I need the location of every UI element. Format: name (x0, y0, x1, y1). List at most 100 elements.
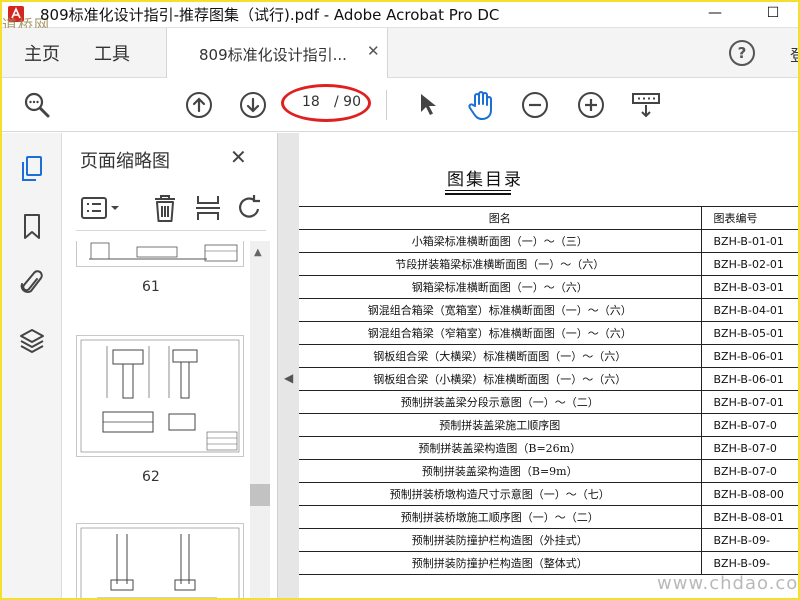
zoom-in-icon[interactable] (576, 90, 606, 120)
table-row: 预制拼装桥墩施工顺序图（一）～（二） BZH-B-08-01 (299, 505, 800, 529)
drawing-name-cell: 预制拼装桥墩构造尺寸示意图（一）～（七） (299, 482, 702, 506)
heading-underline (445, 190, 511, 191)
drawing-name-cell: 小箱梁标准横断面图（一）～（三） (299, 229, 702, 253)
table-row: 钢箱梁标准横断面图（一）～（六） BZH-B-03-01 (299, 275, 800, 299)
rotate-page-icon[interactable] (234, 193, 264, 223)
drawing-code-cell: BZH-B-05-01 (701, 321, 800, 345)
zoom-out-icon[interactable] (520, 90, 550, 120)
drawing-name-cell: 预制拼装盖梁构造图（B=9m） (299, 459, 702, 483)
extract-page-icon[interactable] (194, 193, 222, 223)
panel-splitter[interactable]: ◀ (277, 133, 299, 600)
drawing-name-cell: 钢混组合箱梁（宽箱室）标准横断面图（一）～（六） (299, 298, 702, 322)
options-menu-icon[interactable] (80, 195, 124, 221)
drawing-code-cell: BZH-B-07-0 (701, 413, 800, 437)
table-row: 小箱梁标准横断面图（一）～（三） BZH-B-01-01 (299, 229, 800, 253)
delete-page-icon[interactable] (152, 193, 178, 223)
drawing-name-cell: 节段拼装箱梁标准横断面图（一）～（六） (299, 252, 702, 276)
drawing-code-cell: BZH-B-08-01 (701, 505, 800, 529)
previous-page-icon[interactable] (184, 90, 214, 120)
next-page-icon[interactable] (238, 90, 268, 120)
tab-close-icon[interactable]: ✕ (367, 42, 380, 60)
panel-title: 页面缩略图 (80, 151, 170, 172)
drawing-code-cell: BZH-B-07-0 (701, 459, 800, 483)
drawing-code-cell: BZH-B-09- (701, 528, 800, 552)
collapse-panel-icon[interactable]: ◀ (284, 371, 293, 385)
scroll-up-icon[interactable]: ▲ (254, 247, 262, 258)
help-button[interactable]: ? (729, 40, 755, 66)
table-row: 节段拼装箱梁标准横断面图（一）～（六） BZH-B-02-01 (299, 252, 800, 276)
table-row: 预制拼装桥墩构造尺寸示意图（一）～（七） BZH-B-08-00 (299, 482, 800, 506)
document-viewport[interactable]: 图集目录 图名 图表编号 小箱梁标准横断面图（一）～（三） BZH-B-01-01… (299, 133, 800, 600)
table-header-row: 图名 图表编号 (299, 206, 800, 230)
drawing-code-cell: BZH-B-06-01 (701, 367, 800, 391)
drawing-name-cell: 预制拼装盖梁施工顺序图 (299, 413, 702, 437)
column-header-code: 图表编号 (701, 206, 800, 230)
table-row: 预制拼装盖梁分段示意图（一）～（二） BZH-B-07-01 (299, 390, 800, 414)
window-title: 809标准化设计指引-推荐图集（试行).pdf - Adobe Acrobat … (40, 6, 500, 24)
drawing-name-cell: 预制拼装盖梁构造图（B=26m） (299, 436, 702, 460)
drawing-code-cell: BZH-B-08-00 (701, 482, 800, 506)
thumbnail-page-61[interactable] (76, 241, 244, 267)
heading-underline (445, 193, 511, 195)
attachments-icon[interactable] (18, 269, 46, 297)
tab-document-label: 809标准化设计指引... (199, 46, 347, 64)
layers-icon[interactable] (18, 327, 46, 355)
table-row: 预制拼装盖梁构造图（B=26m） BZH-B-07-0 (299, 436, 800, 460)
drawing-name-cell: 预制拼装防撞护栏构造图（外挂式） (299, 528, 702, 552)
toolbar: 18 / 90 (0, 78, 800, 132)
page-display-icon[interactable] (630, 90, 662, 120)
drawing-name-cell: 钢板组合梁（大横梁）标准横断面图（一）～（六） (299, 344, 702, 368)
drawing-code-cell: BZH-B-07-0 (701, 436, 800, 460)
table-row: 预制拼装盖梁施工顺序图 BZH-B-07-0 (299, 413, 800, 437)
drawing-code-cell: BZH-B-04-01 (701, 298, 800, 322)
drawing-code-cell: BZH-B-06-01 (701, 344, 800, 368)
drawing-code-cell: BZH-B-01-01 (701, 229, 800, 253)
drawing-code-cell: BZH-B-02-01 (701, 252, 800, 276)
tab-bar: 主页 工具 809标准化设计指引... ✕ ? 登 (0, 28, 800, 78)
table-row: 钢混组合箱梁（宽箱室）标准横断面图（一）～（六） BZH-B-04-01 (299, 298, 800, 322)
drawing-name-cell: 钢箱梁标准横断面图（一）～（六） (299, 275, 702, 299)
table-row: 预制拼装防撞护栏构造图（整体式） BZH-B-09- (299, 551, 800, 575)
thumbnail-list: 61 62 (62, 241, 252, 600)
drawing-name-cell: 预制拼装桥墩施工顺序图（一）～（二） (299, 505, 702, 529)
drawing-name-cell: 钢板组合梁（小横梁）标准横断面图（一）～（六） (299, 367, 702, 391)
drawing-name-cell: 预制拼装防撞护栏构造图（整体式） (299, 551, 702, 575)
bookmarks-icon[interactable] (18, 213, 46, 241)
table-row: 钢混组合箱梁（窄箱室）标准横断面图（一）～（六） BZH-B-05-01 (299, 321, 800, 345)
thumbnail-page-62[interactable] (76, 335, 244, 457)
highlight-ellipse-annotation (281, 84, 371, 122)
thumbnail-label: 62 (142, 469, 160, 485)
thumbnail-page-63[interactable] (76, 523, 244, 600)
drawing-name-cell: 钢混组合箱梁（窄箱室）标准横断面图（一）～（六） (299, 321, 702, 345)
drawing-name-cell: 预制拼装盖梁分段示意图（一）～（二） (299, 390, 702, 414)
panel-close-icon[interactable]: ✕ (230, 145, 247, 169)
tab-home[interactable]: 主页 (24, 40, 60, 66)
minimize-button[interactable]: — (704, 2, 726, 24)
page-thumbnails-panel: 页面缩略图 ✕ 61 62 ▲ (62, 133, 277, 600)
drawing-code-cell: BZH-B-09- (701, 551, 800, 575)
table-row: 预制拼装防撞护栏构造图（外挂式） BZH-B-09- (299, 528, 800, 552)
column-header-name: 图名 (299, 206, 702, 230)
thumbnail-scrollbar[interactable]: ▲ (250, 241, 270, 600)
select-arrow-icon[interactable] (414, 90, 442, 120)
hand-tool-icon[interactable] (464, 88, 498, 122)
drawing-code-cell: BZH-B-07-01 (701, 390, 800, 414)
table-row: 钢板组合梁（大横梁）标准横断面图（一）～（六） BZH-B-06-01 (299, 344, 800, 368)
table-row: 预制拼装盖梁构造图（B=9m） BZH-B-07-0 (299, 459, 800, 483)
scrollbar-thumb[interactable] (250, 484, 270, 506)
title-bar: 道桥网 809标准化设计指引-推荐图集（试行).pdf - Adobe Acro… (0, 0, 800, 34)
drawing-index-table: 图名 图表编号 小箱梁标准横断面图（一）～（三） BZH-B-01-01 节段拼装箱… (299, 206, 800, 575)
left-navigation-rail (0, 133, 62, 600)
search-zoom-icon[interactable] (22, 90, 52, 120)
drawing-code-cell: BZH-B-03-01 (701, 275, 800, 299)
maximize-button[interactable]: ☐ (762, 2, 784, 24)
tab-tools[interactable]: 工具 (94, 40, 130, 66)
thumbnail-toolbar (76, 187, 266, 231)
toolbar-divider (386, 90, 387, 120)
document-heading: 图集目录 (447, 170, 523, 190)
tab-document[interactable]: 809标准化设计指引... ✕ (166, 28, 388, 78)
table-row: 钢板组合梁（小横梁）标准横断面图（一）～（六） BZH-B-06-01 (299, 367, 800, 391)
watermark-bottom-right: www.chdao.com (657, 573, 800, 594)
sign-in-button[interactable]: 登 (790, 42, 800, 66)
page-thumbnails-icon[interactable] (18, 155, 46, 183)
